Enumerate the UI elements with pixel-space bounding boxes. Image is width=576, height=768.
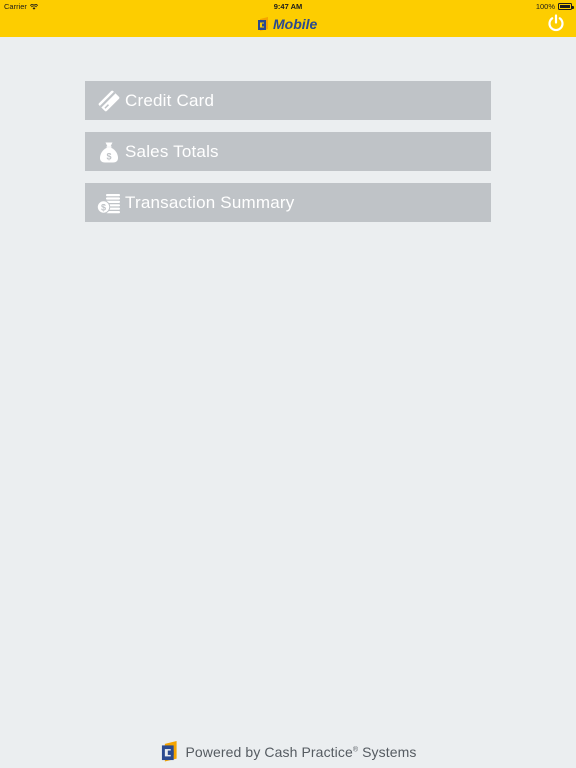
powered-by-text: Powered by Cash Practice® Systems (185, 744, 416, 760)
menu-item-sales-totals[interactable]: $ Sales Totals (85, 132, 491, 171)
menu-item-label: Credit Card (125, 90, 215, 110)
app-brand: Mobile (257, 16, 317, 32)
battery-indicator: 100% (535, 2, 574, 11)
svg-text:$: $ (101, 202, 106, 212)
money-bag-icon: $ (96, 139, 122, 165)
svg-text:$: $ (106, 151, 111, 161)
credit-card-icon (96, 88, 122, 114)
status-bar: Carrier 9:47 AM 100% (0, 0, 576, 12)
power-button[interactable] (547, 14, 565, 32)
status-time: 9:47 AM (273, 2, 303, 11)
main-menu: Credit Card $ Sales Totals $ Transaction… (85, 81, 491, 234)
battery-icon (558, 3, 574, 10)
menu-item-transaction-summary[interactable]: $ Transaction Summary (85, 183, 491, 222)
powered-by-suffix: Systems (358, 744, 417, 760)
app-header: Carrier 9:47 AM 100% Mobile (0, 0, 576, 37)
battery-percent: 100% (535, 2, 555, 11)
app-title: Mobile (273, 16, 318, 32)
cash-practice-logo-icon (258, 16, 268, 31)
coins-stack-icon: $ (96, 190, 122, 216)
powered-by-prefix: Powered by Cash Practice (185, 744, 353, 760)
power-icon (548, 14, 564, 32)
footer: Powered by Cash Practice® Systems (0, 741, 576, 763)
menu-item-label: Sales Totals (125, 141, 219, 161)
menu-item-label: Transaction Summary (125, 192, 295, 212)
menu-item-credit-card[interactable]: Credit Card (85, 81, 491, 120)
cash-practice-logo-icon (162, 741, 178, 762)
